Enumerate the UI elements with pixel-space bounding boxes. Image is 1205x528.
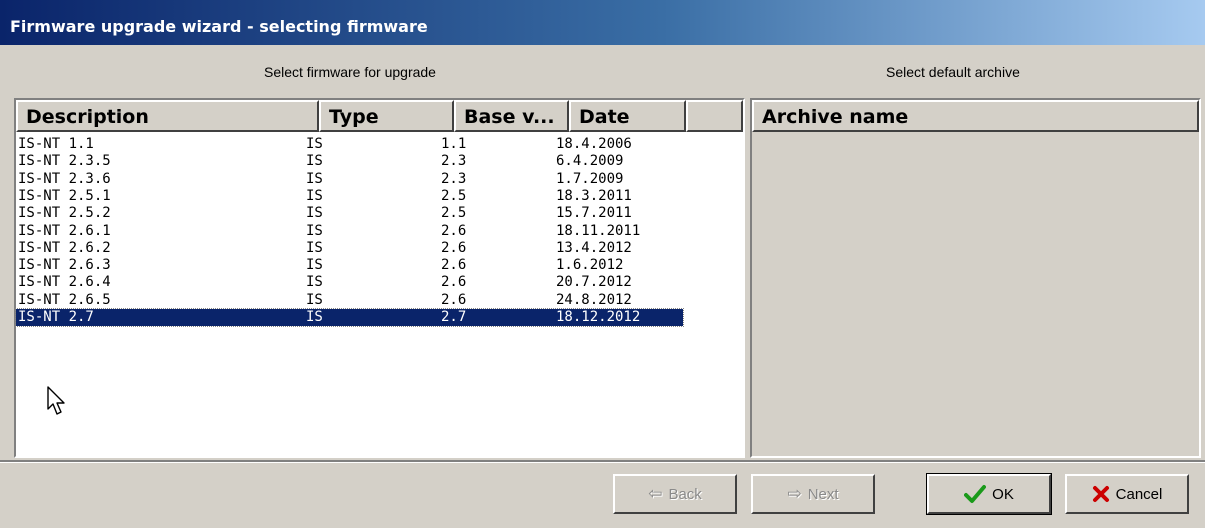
row-date: 18.3.2011 <box>556 187 632 204</box>
title-bar[interactable]: Firmware upgrade wizard - selecting firm… <box>0 0 1205 45</box>
row-type: IS <box>306 136 323 152</box>
checkmark-icon <box>964 485 987 503</box>
table-row[interactable]: IS-NT 2.6.2 IS 2.6 13.4.2012 <box>16 240 683 257</box>
column-header-archive-name[interactable]: Archive name <box>752 100 1199 132</box>
table-row[interactable]: IS-NT 2.5.1 IS 2.5 18.3.2011 <box>16 188 683 205</box>
row-description: IS-NT 1.1 <box>18 136 94 152</box>
next-button[interactable]: ⇨ Next <box>751 474 875 514</box>
back-button[interactable]: ⇦ Back <box>613 474 737 514</box>
column-header-date[interactable]: Date <box>569 100 686 132</box>
row-type: IS <box>306 170 323 187</box>
mouse-cursor-icon <box>47 386 65 415</box>
table-row[interactable]: IS-NT 1.1 IS 1.1 18.4.2006 <box>16 136 683 153</box>
row-date: 20.7.2012 <box>556 274 632 291</box>
arrow-left-icon: ⇦ <box>648 484 663 503</box>
row-date: 18.11.2011 <box>556 222 641 239</box>
row-base-version: 2.6 <box>441 274 467 291</box>
arrow-right-icon: ⇨ <box>787 484 802 503</box>
table-row[interactable]: IS-NT 2.6.3 IS 2.6 1.6.2012 <box>16 257 683 274</box>
row-base-version: 2.6 <box>441 291 467 308</box>
ok-button[interactable]: OK <box>926 473 1052 515</box>
row-type: IS <box>306 274 323 291</box>
table-row-selected[interactable]: IS-NT 2.7 IS 2.7 18.12.2012 <box>15 308 684 327</box>
row-description: IS-NT 2.6.5 <box>18 291 111 308</box>
table-row[interactable]: IS-NT 2.3.5 IS 2.3 6.4.2009 <box>16 153 683 170</box>
table-row[interactable]: IS-NT 2.3.6 IS 2.3 1.7.2009 <box>16 171 683 188</box>
archive-section-label: Select default archive <box>886 64 1020 80</box>
cancel-button-label: Cancel <box>1115 485 1163 503</box>
next-button-label: Next <box>807 485 839 503</box>
row-type: IS <box>306 187 323 204</box>
row-base-version: 2.5 <box>441 205 467 222</box>
table-row[interactable]: IS-NT 2.6.1 IS 2.6 18.11.2011 <box>16 223 683 240</box>
table-row[interactable]: IS-NT 2.6.4 IS 2.6 20.7.2012 <box>16 274 683 291</box>
table-row[interactable]: IS-NT 2.5.2 IS 2.5 15.7.2011 <box>16 205 683 222</box>
row-type: IS <box>306 222 323 239</box>
row-type: IS <box>306 153 323 170</box>
row-type: IS <box>306 205 323 222</box>
archive-list[interactable]: Archive name <box>750 98 1201 458</box>
column-header-base-version[interactable]: Base v... <box>454 100 569 132</box>
row-date: 1.7.2009 <box>556 170 624 187</box>
row-date: 15.7.2011 <box>556 205 632 222</box>
row-type: IS <box>306 291 323 308</box>
window-title: Firmware upgrade wizard - selecting firm… <box>10 17 428 36</box>
firmware-list[interactable]: Description Type Base v... Date IS-NT 1.… <box>14 98 745 458</box>
row-description: IS-NT 2.6.2 <box>18 239 111 256</box>
row-description: IS-NT 2.6.4 <box>18 274 111 291</box>
row-base-version: 2.6 <box>441 222 467 239</box>
row-base-version: 1.1 <box>441 136 467 152</box>
row-base-version: 2.7 <box>441 309 467 325</box>
row-type: IS <box>306 309 323 325</box>
firmware-section-label: Select firmware for upgrade <box>264 64 436 80</box>
row-date: 13.4.2012 <box>556 239 632 256</box>
row-description: IS-NT 2.3.6 <box>18 170 111 187</box>
back-button-label: Back <box>668 485 702 503</box>
column-header-type[interactable]: Type <box>319 100 454 132</box>
column-header-description[interactable]: Description <box>16 100 319 132</box>
row-base-version: 2.5 <box>441 187 467 204</box>
row-description: IS-NT 2.5.2 <box>18 205 111 222</box>
cancel-button[interactable]: Cancel <box>1065 474 1189 514</box>
row-type: IS <box>306 257 323 274</box>
row-description: IS-NT 2.7 <box>18 309 94 325</box>
row-date: 6.4.2009 <box>556 153 624 170</box>
column-header-filler <box>686 100 743 132</box>
cancel-x-icon <box>1092 486 1109 502</box>
row-date: 18.4.2006 <box>556 136 632 152</box>
row-description: IS-NT 2.6.3 <box>18 257 111 274</box>
row-description: IS-NT 2.5.1 <box>18 187 111 204</box>
row-description: IS-NT 2.6.1 <box>18 222 111 239</box>
row-base-version: 2.3 <box>441 170 467 187</box>
bottom-divider-highlight <box>0 462 1205 463</box>
row-base-version: 2.6 <box>441 257 467 274</box>
row-date: 1.6.2012 <box>556 257 624 274</box>
row-base-version: 2.3 <box>441 153 467 170</box>
table-row[interactable]: IS-NT 2.6.5 IS 2.6 24.8.2012 <box>16 292 683 309</box>
ok-button-label: OK <box>992 485 1014 503</box>
row-base-version: 2.6 <box>441 239 467 256</box>
row-type: IS <box>306 239 323 256</box>
row-description: IS-NT 2.3.5 <box>18 153 111 170</box>
row-date: 24.8.2012 <box>556 291 632 308</box>
row-date: 18.12.2012 <box>556 309 641 325</box>
